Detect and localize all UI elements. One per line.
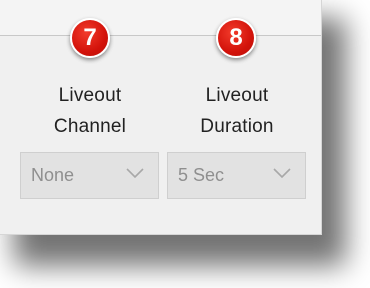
liveout-duration-select[interactable]: 5 Sec [167,152,306,199]
label-line: Duration [200,116,274,137]
liveout-duration-label: Liveout Duration [167,80,307,142]
chevron-down-icon [273,168,291,179]
label-line: Liveout [58,85,122,106]
select-value: None [31,165,75,185]
screenshot-stage: 7 Liveout Channel None 8 Liveout Duratio… [0,0,370,288]
callout-badge-8: 8 [216,18,256,58]
liveout-channel-select[interactable]: None [20,152,159,199]
liveout-duration-field: 8 Liveout Duration 5 Sec [167,0,307,234]
liveout-settings-panel: 7 Liveout Channel None 8 Liveout Duratio… [0,0,322,235]
callout-badge-7: 7 [70,18,110,58]
label-line: Liveout [205,85,269,106]
select-value: 5 Sec [178,165,225,185]
liveout-channel-label: Liveout Channel [20,80,160,142]
liveout-channel-field: 7 Liveout Channel None [20,0,160,234]
label-line: Channel [53,116,127,137]
chevron-down-icon [126,168,144,179]
